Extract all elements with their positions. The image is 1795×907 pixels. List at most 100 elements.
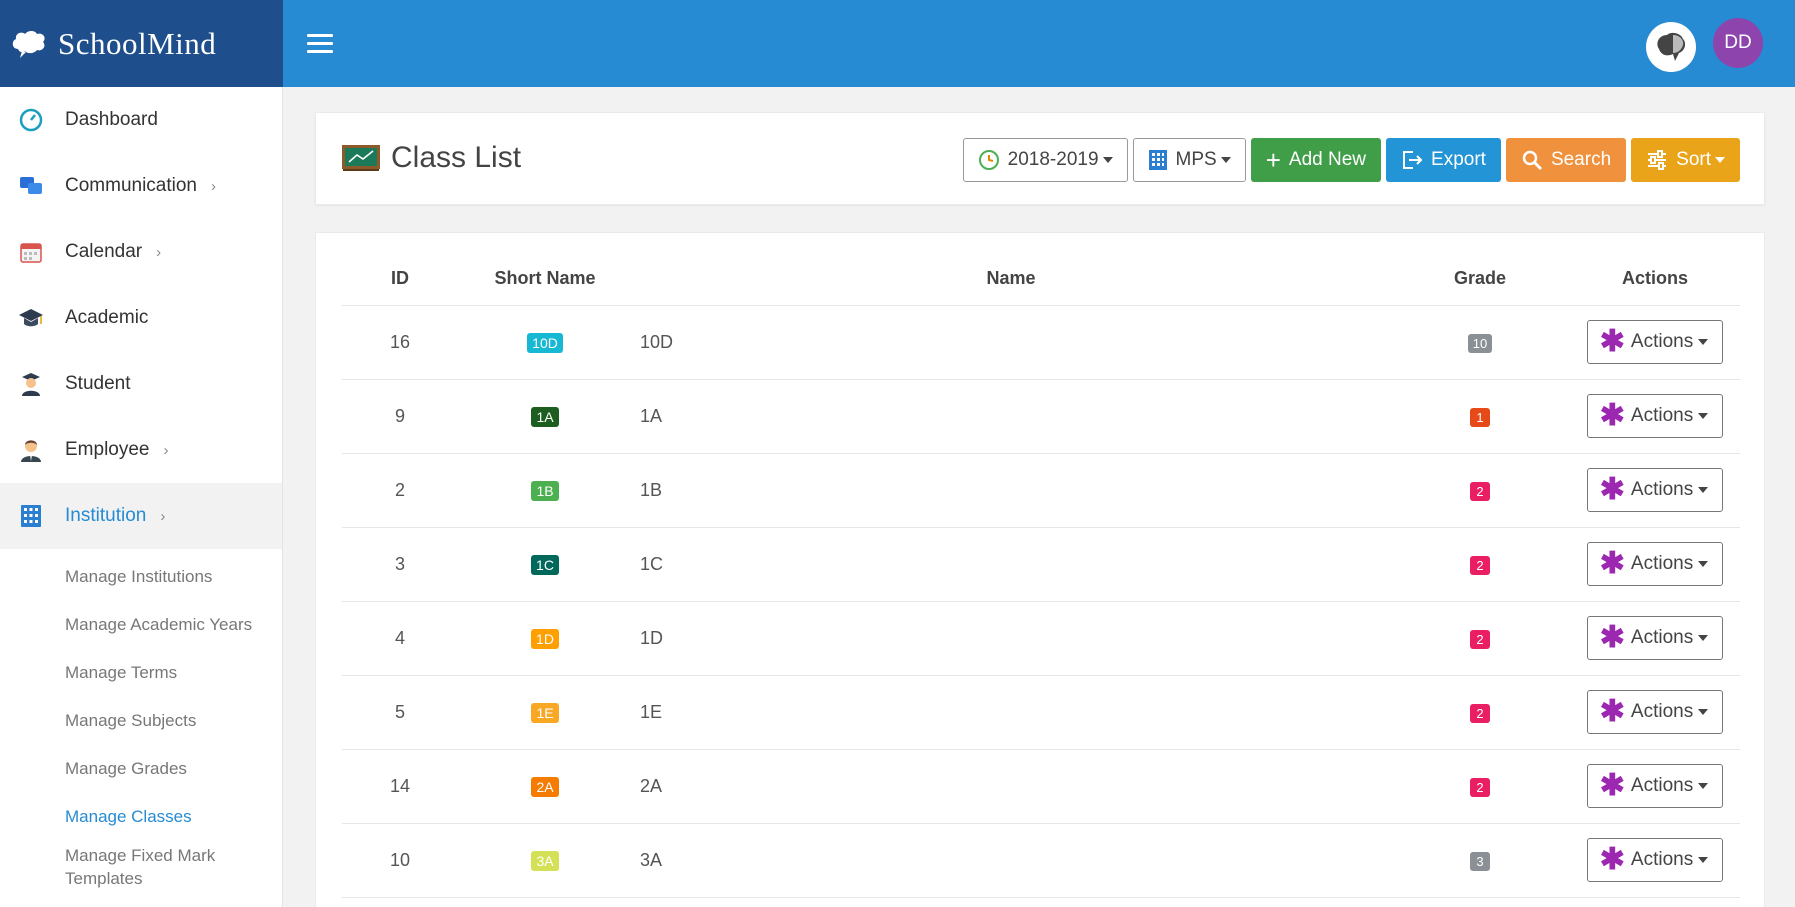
actions-label: Actions bbox=[1630, 553, 1694, 574]
row-name: 1C bbox=[632, 527, 1390, 602]
column-header-short-name[interactable]: Short Name bbox=[458, 253, 632, 306]
subnav-manage-institutions[interactable]: Manage Institutions bbox=[0, 553, 282, 601]
sidebar-item-academic[interactable]: Academic bbox=[0, 285, 282, 351]
sidebar-item-communication[interactable]: Communication › bbox=[0, 153, 282, 219]
grade-cell: 2 bbox=[1390, 749, 1570, 824]
sidebar: Dashboard Communication › Calendar › Aca… bbox=[0, 87, 283, 907]
sort-button[interactable]: Sort bbox=[1631, 138, 1740, 182]
add-new-button[interactable]: + Add New bbox=[1250, 138, 1382, 182]
column-header-name[interactable]: Name bbox=[632, 253, 1390, 306]
subnav-manage-academic-years[interactable]: Manage Academic Years bbox=[0, 601, 282, 649]
grade-cell: 1 bbox=[1390, 379, 1570, 454]
grade-cell: 10 bbox=[1390, 305, 1570, 380]
actions-cell: ✱ Actions bbox=[1570, 453, 1740, 528]
actions-dropdown-button[interactable]: ✱ Actions bbox=[1586, 394, 1724, 438]
sidebar-item-label: Dashboard bbox=[65, 109, 158, 130]
profile-picture-avatar[interactable] bbox=[1646, 22, 1696, 72]
actions-cell: ✱ Actions bbox=[1570, 305, 1740, 380]
sidebar-item-institution[interactable]: Institution › bbox=[0, 483, 282, 549]
institution-dropdown[interactable]: MPS bbox=[1132, 138, 1246, 182]
actions-dropdown-button[interactable]: ✱ Actions bbox=[1586, 320, 1724, 364]
row-name: 2A bbox=[632, 749, 1390, 824]
actions-dropdown-button[interactable]: ✱ Actions bbox=[1586, 616, 1724, 660]
user-avatar[interactable]: DD bbox=[1713, 18, 1763, 68]
grade-cell: 2 bbox=[1390, 453, 1570, 528]
actions-label: Actions bbox=[1630, 627, 1694, 648]
actions-dropdown-button[interactable]: ✱ Actions bbox=[1586, 542, 1724, 586]
actions-label: Actions bbox=[1630, 331, 1694, 352]
short-name-badge: 10D bbox=[527, 332, 563, 353]
sidebar-item-label: Calendar bbox=[65, 241, 143, 262]
asterisk-icon: ✱ bbox=[1599, 473, 1625, 506]
table-row: 16 10D 10D 10 ✱ Actions bbox=[342, 305, 1740, 380]
search-button[interactable]: Search bbox=[1505, 138, 1627, 182]
subnav-manage-terms[interactable]: Manage Terms bbox=[0, 649, 282, 697]
brain-logo-icon bbox=[12, 30, 45, 58]
grade-badge: 3 bbox=[1470, 851, 1490, 871]
row-id: 5 bbox=[342, 675, 458, 750]
row-id: 3 bbox=[342, 527, 458, 602]
actions-dropdown-button[interactable]: ✱ Actions bbox=[1586, 838, 1724, 882]
student-icon bbox=[18, 371, 44, 397]
caret-down-icon bbox=[1698, 339, 1709, 345]
asterisk-icon: ✱ bbox=[1599, 621, 1625, 654]
table-header-row: ID Short Name Name Grade Actions bbox=[342, 253, 1740, 306]
grade-cell: 2 bbox=[1390, 675, 1570, 750]
grade-badge: 2 bbox=[1470, 777, 1490, 797]
asterisk-icon: ✱ bbox=[1599, 547, 1625, 580]
short-name-cell: 1E bbox=[458, 675, 632, 750]
grade-badge: 2 bbox=[1470, 629, 1490, 649]
grade-cell: 2 bbox=[1390, 601, 1570, 676]
actions-dropdown-button[interactable]: ✱ Actions bbox=[1586, 764, 1724, 808]
grade-badge: 2 bbox=[1470, 481, 1490, 501]
employee-icon bbox=[18, 437, 44, 463]
column-header-id[interactable]: ID bbox=[342, 253, 458, 306]
caret-down-icon bbox=[1102, 157, 1113, 163]
academic-year-dropdown[interactable]: 2018-2019 bbox=[962, 138, 1128, 182]
caret-down-icon bbox=[1698, 487, 1709, 493]
actions-cell: ✱ Actions bbox=[1570, 601, 1740, 676]
sidebar-item-label: Academic bbox=[65, 307, 149, 328]
table-row: 10 3A 3A 3 ✱ Actions bbox=[342, 823, 1740, 898]
short-name-badge: 1E bbox=[531, 702, 559, 723]
grade-badge: 1 bbox=[1470, 407, 1490, 427]
short-name-badge: 2A bbox=[531, 776, 559, 797]
row-name: 3A bbox=[632, 823, 1390, 898]
asterisk-icon: ✱ bbox=[1599, 325, 1625, 358]
sidebar-item-dashboard[interactable]: Dashboard bbox=[0, 87, 282, 153]
asterisk-icon: ✱ bbox=[1599, 843, 1625, 876]
sliders-icon bbox=[1646, 149, 1668, 171]
grade-cell: 3 bbox=[1390, 823, 1570, 898]
caret-down-icon bbox=[1698, 413, 1709, 419]
actions-dropdown-button[interactable]: ✱ Actions bbox=[1586, 690, 1724, 734]
actions-cell: ✱ Actions bbox=[1570, 823, 1740, 898]
sidebar-item-calendar[interactable]: Calendar › bbox=[0, 219, 282, 285]
sidebar-item-student[interactable]: Student bbox=[0, 351, 282, 417]
actions-cell: ✱ Actions bbox=[1570, 749, 1740, 824]
subnav-manage-fixed-mark-templates[interactable]: Manage Fixed Mark Templates bbox=[0, 841, 240, 893]
export-label: Export bbox=[1431, 149, 1486, 170]
subnav-manage-subjects[interactable]: Manage Subjects bbox=[0, 697, 282, 745]
subnav-manage-classes[interactable]: Manage Classes bbox=[0, 793, 282, 841]
row-name: 1D bbox=[632, 601, 1390, 676]
caret-down-icon bbox=[1698, 709, 1709, 715]
row-id: 4 bbox=[342, 601, 458, 676]
export-icon bbox=[1401, 149, 1423, 171]
caret-down-icon bbox=[1220, 157, 1231, 163]
sidebar-item-label: Communication bbox=[65, 175, 197, 196]
actions-dropdown-button[interactable]: ✱ Actions bbox=[1586, 468, 1724, 512]
brand-logo[interactable]: SchoolMind bbox=[0, 0, 283, 87]
dashboard-icon bbox=[18, 107, 44, 133]
chevron-right-icon: › bbox=[163, 441, 169, 459]
column-header-grade[interactable]: Grade bbox=[1390, 253, 1570, 306]
subnav-manage-grades[interactable]: Manage Grades bbox=[0, 745, 282, 793]
sidebar-item-label: Institution bbox=[65, 505, 147, 526]
table-row: 14 2A 2A 2 ✱ Actions bbox=[342, 749, 1740, 824]
caret-down-icon bbox=[1715, 157, 1725, 163]
top-bar: DD bbox=[283, 0, 1795, 87]
grade-badge: 2 bbox=[1470, 703, 1490, 723]
sidebar-item-employee[interactable]: Employee › bbox=[0, 417, 282, 483]
menu-toggle-icon[interactable] bbox=[307, 34, 333, 54]
building-icon bbox=[1148, 149, 1168, 171]
export-button[interactable]: Export bbox=[1386, 138, 1501, 182]
